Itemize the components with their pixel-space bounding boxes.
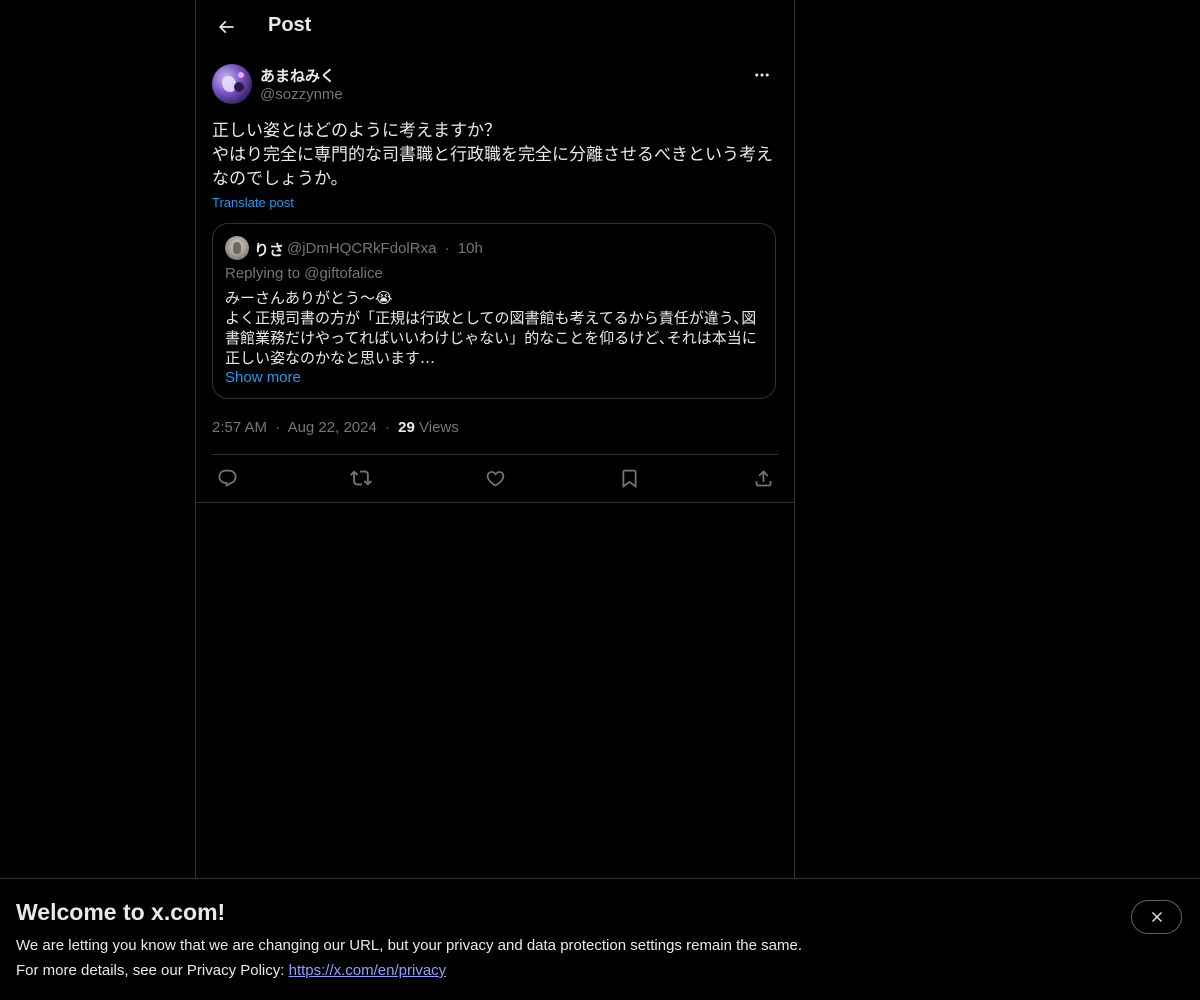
quote-dot: · [444, 240, 450, 257]
post-metadata: 2:57 AM · Aug 22, 2024 · 29 Views [212, 419, 459, 436]
repost-button[interactable] [346, 462, 376, 494]
quote-time: 10h [457, 240, 483, 257]
like-button[interactable] [480, 462, 510, 494]
show-more-link[interactable]: Show more [225, 369, 301, 386]
close-banner-button[interactable] [1131, 900, 1182, 934]
meta-dot: · [275, 419, 281, 436]
main-column: Post あまねみく @sozzynme 正しい姿とはどのように考えますか？ や… [195, 0, 795, 878]
banner-title: Welcome to x.com! [16, 899, 226, 925]
privacy-policy-link[interactable]: https://x.com/en/privacy [289, 962, 447, 979]
quote-meta: @jDmHQCRkFdolRxa · 10h [287, 240, 483, 257]
views-label: Views [419, 419, 459, 436]
author-display-name[interactable]: あまねみく [260, 65, 335, 86]
like-icon [486, 470, 504, 487]
author-avatar[interactable] [212, 64, 252, 104]
bookmark-icon [622, 469, 636, 488]
replying-label: Replying to [225, 265, 301, 282]
meta-dot: · [384, 419, 390, 436]
url-change-banner: Welcome to x.com! We are letting you kno… [0, 878, 1200, 1000]
page-title: Post [268, 14, 312, 36]
quote-replying-to: Replying to @giftofalice [225, 265, 383, 282]
divider [196, 502, 794, 503]
back-button[interactable] [208, 9, 244, 45]
quote-author-name: りさ [254, 242, 285, 259]
post-actions [212, 462, 778, 494]
page-header: Post [196, 0, 794, 54]
reply-icon [218, 469, 236, 487]
replying-mention: @giftofalice [304, 265, 383, 282]
share-button[interactable] [748, 462, 778, 494]
post-author: あまねみく @sozzynme [212, 64, 778, 108]
quoted-post[interactable]: りさ @jDmHQCRkFdolRxa · 10h Replying to @g… [212, 223, 776, 399]
back-arrow-icon [218, 20, 234, 34]
banner-policy-prefix: For more details, see our Privacy Policy… [16, 962, 285, 979]
post-time[interactable]: 2:57 AM [212, 419, 267, 436]
quote-text: みーさんありがとう〜😭 よく正規司書の方が「正規は行政としての図書館も考えてるか… [225, 289, 757, 367]
more-options-button[interactable] [746, 64, 778, 86]
repost-icon [350, 470, 372, 486]
banner-policy-line: For more details, see our Privacy Policy… [16, 962, 446, 979]
quote-author-handle: @jDmHQCRkFdolRxa [287, 240, 437, 257]
banner-message: We are letting you know that we are chan… [16, 937, 802, 954]
close-icon [1151, 912, 1162, 922]
share-icon [755, 469, 771, 486]
author-handle[interactable]: @sozzynme [260, 86, 343, 103]
translate-post-link[interactable]: Translate post [212, 195, 294, 210]
views-count: 29 [398, 419, 415, 436]
post-date[interactable]: Aug 22, 2024 [288, 419, 377, 436]
more-icon [755, 73, 769, 77]
bookmark-button[interactable] [614, 462, 644, 494]
quote-author-avatar [225, 236, 249, 260]
reply-button[interactable] [212, 462, 242, 494]
divider [212, 454, 778, 455]
post-text: 正しい姿とはどのように考えますか？ やはり完全に専門的な司書職と行政職を完全に分… [212, 121, 773, 189]
